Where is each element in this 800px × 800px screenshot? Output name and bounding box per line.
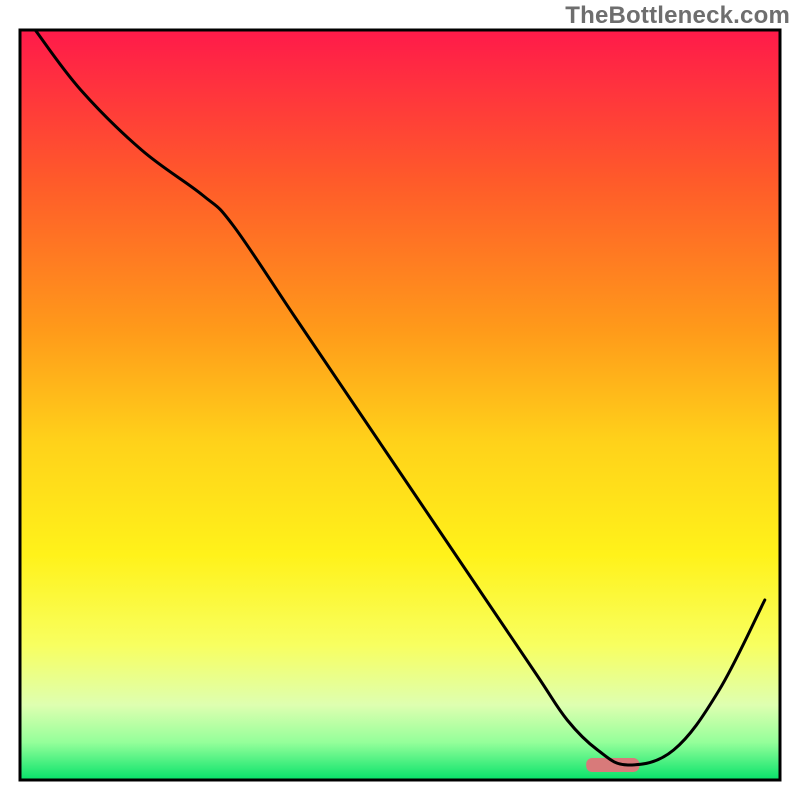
chart-root: TheBottleneck.com xyxy=(0,0,800,800)
bottleneck-chart xyxy=(0,0,800,800)
watermark-text: TheBottleneck.com xyxy=(565,2,790,30)
